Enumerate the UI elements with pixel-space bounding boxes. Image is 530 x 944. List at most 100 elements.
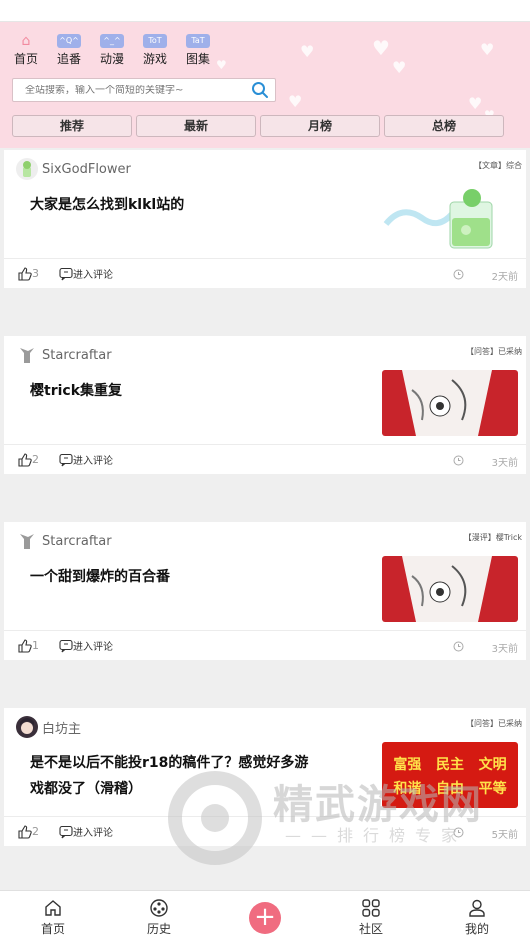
avatar[interactable]	[16, 716, 38, 738]
emoticon-icon: ToT	[143, 34, 167, 48]
avatar[interactable]	[16, 344, 38, 366]
post-footer: 2 进入评论 5天前	[4, 816, 526, 846]
emoticon-icon: ^_^	[100, 34, 124, 48]
search-input[interactable]	[13, 84, 245, 96]
thumbs-up-icon	[18, 266, 32, 281]
clock-icon	[453, 641, 464, 652]
post-card[interactable]: 白坊主 【问答】已采纳 是不是以后不能投r18的稿件了？感觉好多游戏都没了（滑稽…	[4, 708, 526, 846]
slogan-text: 文明	[478, 757, 507, 773]
post-thumbnail[interactable]: 富强 民主 文明 和谐 自由 平等	[382, 742, 518, 808]
slogan-text: 平等	[478, 781, 507, 797]
comment-button[interactable]: 进入评论	[59, 266, 113, 281]
emoticon-icon: TaT	[186, 34, 210, 48]
username[interactable]: SixGodFlower	[42, 162, 131, 177]
username[interactable]: Starcraftar	[42, 534, 112, 549]
comment-button[interactable]: 进入评论	[59, 452, 113, 467]
comment-button[interactable]: 进入评论	[59, 638, 113, 653]
post-time: 2天前	[491, 272, 518, 283]
heart-decoration-icon: ♥	[300, 42, 315, 61]
heart-decoration-icon: ♥	[288, 92, 303, 111]
like-button[interactable]: 2	[18, 452, 39, 467]
like-button[interactable]: 3	[18, 266, 39, 281]
emoticon-icon: ^Q^	[57, 34, 81, 48]
avatar[interactable]	[16, 530, 38, 552]
post-title[interactable]: 大家是怎么找到klkl站的	[30, 192, 320, 218]
like-count: 3	[32, 267, 39, 280]
heart-decoration-icon: ♥	[480, 40, 495, 59]
home-icon: ⌂	[21, 33, 31, 49]
comment-icon	[59, 639, 73, 652]
post-title[interactable]: 樱trick集重复	[30, 378, 320, 404]
post-card[interactable]: SixGodFlower 【文章】综合 大家是怎么找到klkl站的 3 进入评论	[4, 150, 526, 288]
comment-button[interactable]: 进入评论	[59, 824, 113, 839]
comment-icon	[59, 267, 73, 280]
like-button[interactable]: 2	[18, 824, 39, 839]
post-category-tag: 【问答】已采纳	[466, 719, 522, 728]
clock-icon	[453, 827, 464, 838]
like-count: 2	[32, 453, 39, 466]
comment-label: 进入评论	[73, 456, 113, 467]
post-footer: 1 进入评论 3天前	[4, 630, 526, 660]
status-bar	[0, 0, 530, 22]
bottom-tab-add[interactable]: +	[235, 901, 295, 934]
bottom-tab-label: 首页	[40, 922, 65, 936]
post-time: 5天前	[491, 830, 518, 841]
heart-decoration-icon: ♥	[392, 58, 407, 77]
thumbs-up-icon	[18, 824, 32, 839]
bottom-tab-community[interactable]: 社区	[341, 898, 401, 937]
top-nav: ⌂ 首页 ^Q^ 追番 ^_^ 动漫 ToT 游戏 TaT 图集	[12, 34, 212, 67]
username[interactable]: 白坊主	[42, 718, 81, 737]
grid-icon	[362, 899, 380, 917]
slogan-grid: 富强 民主 文明 和谐 自由 平等	[382, 742, 518, 798]
add-post-button[interactable]: +	[249, 901, 281, 934]
nav-item-gallery[interactable]: TaT 图集	[184, 34, 212, 67]
post-feed: SixGodFlower 【文章】综合 大家是怎么找到klkl站的 3 进入评论	[4, 150, 526, 894]
slogan-text: 和谐	[393, 781, 422, 797]
post-title[interactable]: 是不是以后不能投r18的稿件了？感觉好多游戏都没了（滑稽）	[30, 750, 320, 802]
slogan-text: 自由	[435, 781, 464, 797]
post-card[interactable]: Starcraftar 【问答】已采纳 樱trick集重复 2 进入评论 3天前	[4, 336, 526, 474]
post-author: SixGodFlower	[16, 158, 131, 180]
post-time: 3天前	[491, 644, 518, 655]
comment-label: 进入评论	[73, 270, 113, 281]
post-thumbnail[interactable]	[382, 556, 518, 622]
home-icon	[45, 900, 61, 916]
post-card[interactable]: Starcraftar 【漫评】樱Trick 一个甜到爆炸的百合番 1 进入评论	[4, 522, 526, 660]
slogan-text: 民主	[435, 757, 464, 773]
user-icon	[469, 899, 485, 917]
bottom-tab-me[interactable]: 我的	[447, 898, 507, 937]
clock-icon	[453, 269, 464, 280]
tab-recommend[interactable]: 推荐	[12, 115, 132, 137]
post-author: Starcraftar	[16, 530, 112, 552]
clock-icon	[453, 455, 464, 466]
rank-tabs: 推荐 最新 月榜 总榜	[12, 115, 504, 137]
bottom-tab-bar: 首页 历史 + 社区 我的	[0, 890, 530, 944]
heart-decoration-icon: ♥	[372, 36, 390, 60]
nav-item-home[interactable]: ⌂ 首页	[12, 34, 40, 67]
nav-item-anime[interactable]: ^_^ 动漫	[98, 34, 126, 67]
comment-label: 进入评论	[73, 642, 113, 653]
tab-monthly[interactable]: 月榜	[260, 115, 380, 137]
post-category-tag: 【文章】综合	[474, 161, 522, 170]
bottom-tab-label: 社区	[358, 922, 383, 936]
like-button[interactable]: 1	[18, 638, 39, 653]
post-thumbnail[interactable]	[382, 370, 518, 436]
tab-latest[interactable]: 最新	[136, 115, 256, 137]
nav-item-games[interactable]: ToT 游戏	[141, 34, 169, 67]
bottom-tab-home[interactable]: 首页	[23, 898, 83, 937]
post-time: 3天前	[491, 458, 518, 469]
post-category-tag: 【漫评】樱Trick	[463, 533, 522, 542]
post-title[interactable]: 一个甜到爆炸的百合番	[30, 564, 320, 590]
nav-label: 图集	[185, 52, 210, 66]
heart-decoration-icon: ♥	[216, 58, 227, 72]
nav-label: 追番	[56, 52, 81, 66]
search-icon[interactable]	[245, 79, 275, 101]
username[interactable]: Starcraftar	[42, 348, 112, 363]
post-author: 白坊主	[16, 716, 81, 738]
bottom-tab-history[interactable]: 历史	[129, 898, 189, 937]
post-thumbnail[interactable]	[382, 184, 518, 250]
like-count: 1	[32, 639, 39, 652]
nav-item-follow[interactable]: ^Q^ 追番	[55, 34, 83, 67]
avatar[interactable]	[16, 158, 38, 180]
tab-total[interactable]: 总榜	[384, 115, 504, 137]
